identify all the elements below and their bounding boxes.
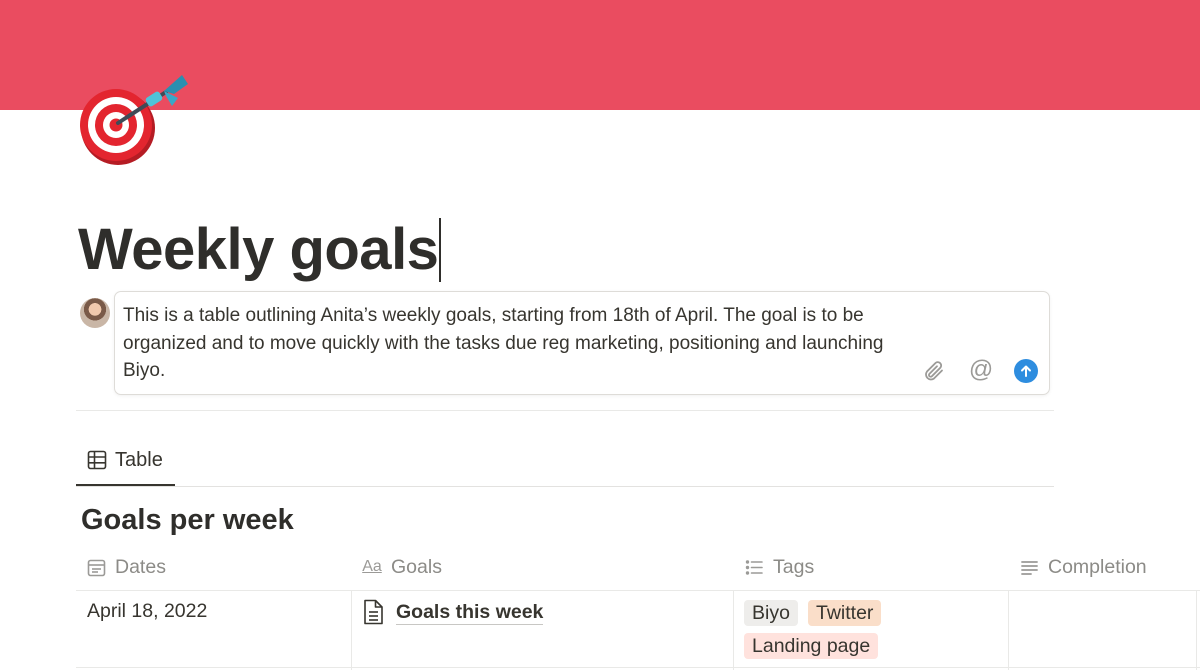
comment-text[interactable]: This is a table outlining Anita’s weekly… xyxy=(123,302,913,385)
database-title[interactable]: Goals per week xyxy=(81,504,294,537)
mention-icon[interactable]: @ xyxy=(967,356,995,384)
send-button[interactable] xyxy=(1014,359,1038,383)
column-label: Tags xyxy=(773,555,815,578)
column-label: Completion xyxy=(1048,555,1147,578)
tag-biyo[interactable]: Biyo xyxy=(744,600,798,626)
table-row-border xyxy=(76,667,1200,668)
text-lines-icon xyxy=(1019,557,1039,577)
column-divider xyxy=(351,590,352,670)
paperclip-icon[interactable] xyxy=(921,358,947,384)
column-label: Dates xyxy=(115,555,166,578)
calendar-icon xyxy=(86,557,106,577)
cell-date[interactable]: April 18, 2022 xyxy=(87,600,207,623)
text-caret xyxy=(439,218,442,282)
column-header-goals[interactable]: Aa Goals xyxy=(362,553,442,581)
column-label: Goals xyxy=(391,555,442,578)
tag-landing-page[interactable]: Landing page xyxy=(744,633,879,659)
column-header-dates[interactable]: Dates xyxy=(86,553,166,581)
goal-title[interactable]: Goals this week xyxy=(396,600,544,625)
divider xyxy=(76,486,1054,487)
table-icon xyxy=(87,450,107,470)
tab-table[interactable]: Table xyxy=(76,440,175,486)
cell-goal[interactable]: Goals this week xyxy=(362,599,544,625)
column-header-completion[interactable]: Completion xyxy=(1019,553,1147,581)
tab-label: Table xyxy=(115,449,163,471)
column-divider xyxy=(1008,590,1009,670)
table-header-border xyxy=(76,590,1200,591)
document-icon xyxy=(362,599,384,625)
divider xyxy=(76,410,1054,411)
arrow-up-icon xyxy=(1021,365,1031,377)
page-title-row[interactable]: Weekly goals xyxy=(78,210,442,290)
column-header-tags[interactable]: Tags xyxy=(744,553,814,581)
tag-twitter[interactable]: Twitter xyxy=(808,600,882,626)
page-title[interactable]: Weekly goals xyxy=(78,221,439,279)
comment-box[interactable]: This is a table outlining Anita’s weekly… xyxy=(114,291,1050,395)
column-divider xyxy=(1196,590,1197,670)
column-divider xyxy=(733,590,734,670)
dart-target-icon[interactable] xyxy=(78,72,190,168)
avatar xyxy=(80,298,110,328)
text-aa-icon: Aa xyxy=(362,558,382,575)
list-icon xyxy=(744,557,764,577)
